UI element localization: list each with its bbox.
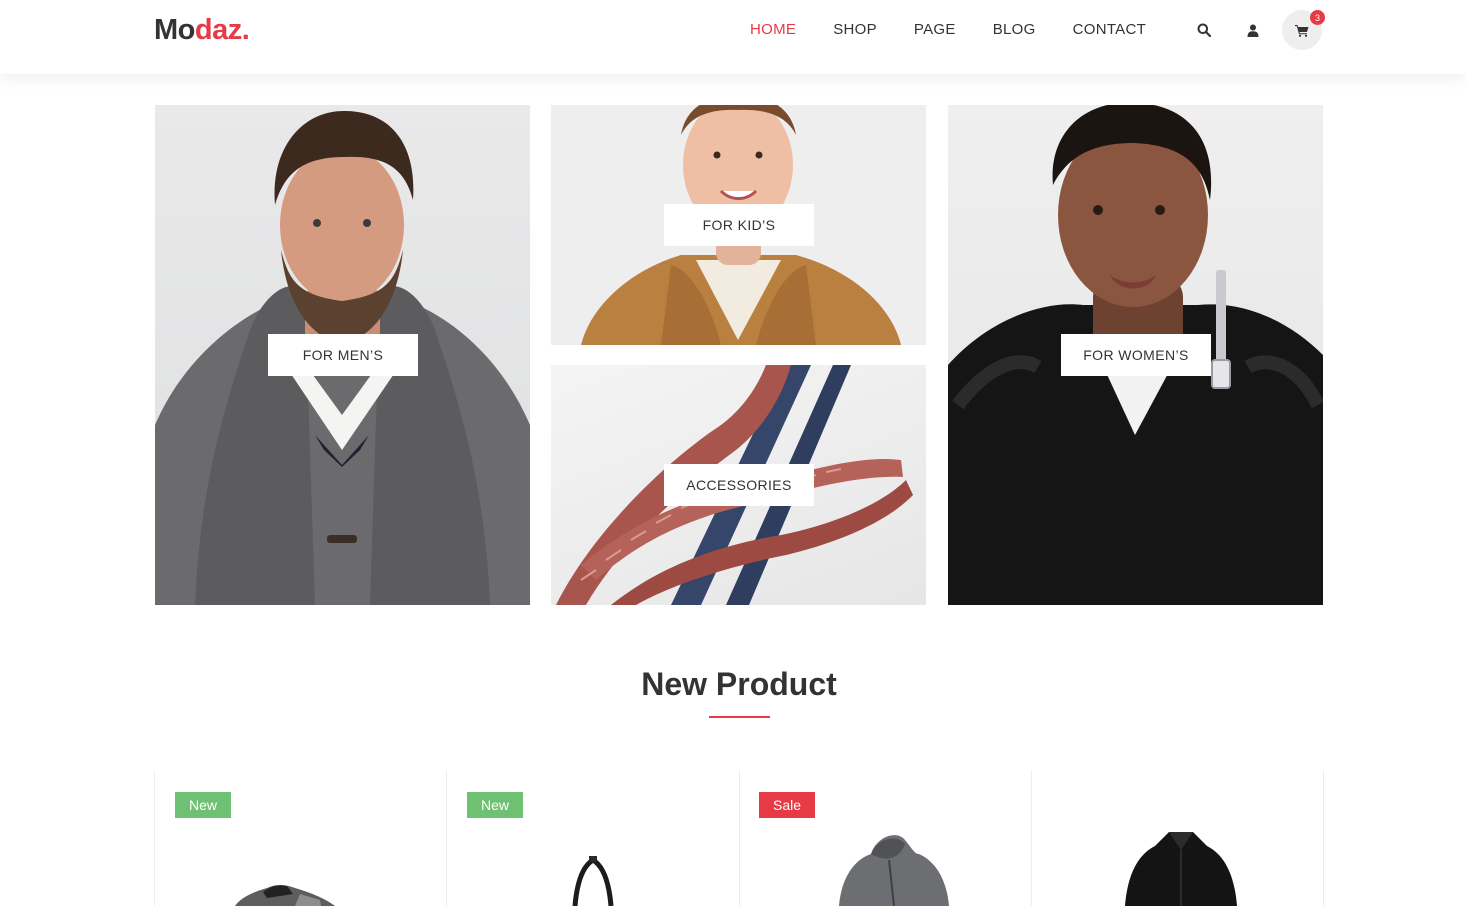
product-card[interactable] [1031, 770, 1324, 906]
nav-home[interactable]: HOME [750, 21, 796, 38]
site-logo[interactable]: Modaz. [154, 14, 250, 47]
user-icon [1247, 24, 1259, 37]
account-button[interactable] [1233, 10, 1273, 50]
category-banner-accessories[interactable]: ACCESSORIES [551, 365, 926, 605]
cart-count-badge: 3 [1310, 10, 1325, 25]
search-icon [1197, 23, 1211, 37]
category-banner-men[interactable]: FOR MEN’S [155, 105, 530, 605]
product-image-sneaker [235, 885, 335, 906]
main-nav: HOME SHOP PAGE BLOG CONTACT [750, 21, 1183, 38]
category-label-accessories[interactable]: ACCESSORIES [664, 464, 814, 506]
product-image-black-jacket [1125, 832, 1237, 906]
product-card[interactable]: New [154, 770, 447, 906]
category-label-kids[interactable]: FOR KID’S [664, 204, 814, 246]
title-underline [709, 716, 770, 718]
section-title: New Product [641, 666, 837, 702]
site-header: Modaz. HOME SHOP PAGE BLOG CONTACT 3 [0, 0, 1466, 74]
cart-icon [1295, 24, 1309, 37]
nav-page[interactable]: PAGE [914, 21, 956, 38]
product-card[interactable]: New [447, 770, 740, 906]
nav-contact[interactable]: CONTACT [1073, 21, 1146, 38]
product-image-hooded-coat [839, 835, 949, 906]
nav-shop[interactable]: SHOP [833, 21, 877, 38]
logo-text-accent: daz. [194, 14, 250, 46]
category-label-women[interactable]: FOR WOMEN’S [1061, 334, 1211, 376]
logo-text-dark: Mo [154, 14, 195, 46]
nav-blog[interactable]: BLOG [993, 21, 1036, 38]
product-image-handbag [572, 856, 614, 906]
product-card[interactable]: Sale [739, 770, 1032, 906]
category-label-men[interactable]: FOR MEN’S [268, 334, 418, 376]
category-banner-kids[interactable]: FOR KID’S [551, 105, 926, 345]
category-banner-women[interactable]: FOR WOMEN’S [948, 105, 1323, 605]
search-button[interactable] [1184, 10, 1224, 50]
